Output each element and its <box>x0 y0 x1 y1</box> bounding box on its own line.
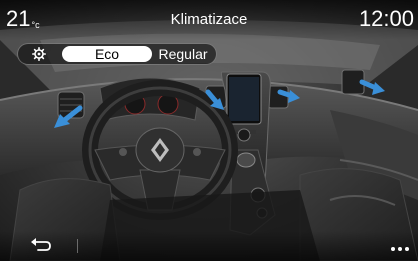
climate-mode-selector: Eco Regular <box>17 43 217 65</box>
clock: 12:00 <box>358 6 414 31</box>
gear-icon[interactable] <box>27 44 51 64</box>
mode-regular-button[interactable]: Regular <box>152 46 214 62</box>
more-dots-icon[interactable] <box>390 241 410 251</box>
back-arrow-icon[interactable] <box>30 236 52 252</box>
status-bar: 21°c Klimatizace 12:00 <box>0 0 418 40</box>
mode-eco-button[interactable]: Eco <box>62 46 152 62</box>
bottom-bar <box>0 231 418 261</box>
climate-screen: 21°c Klimatizace 12:00 Eco Regular <box>0 0 418 261</box>
page-title: Klimatizace <box>170 11 248 28</box>
divider <box>77 239 78 253</box>
